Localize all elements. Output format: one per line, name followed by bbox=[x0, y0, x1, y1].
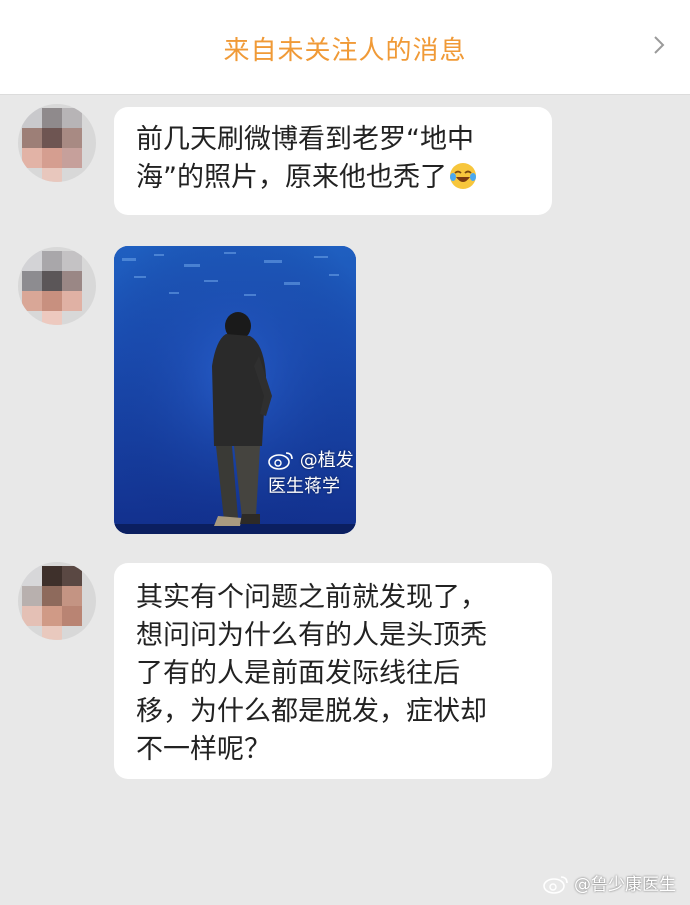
message-bubble[interactable]: 其实有个问题之前就发现了， 想问问为什么有的人是头顶秃 了有的人是前面发际线往后… bbox=[114, 563, 552, 779]
weibo-logo-icon bbox=[542, 876, 568, 894]
message-text-line: 移，为什么都是脱发，症状却 bbox=[136, 696, 487, 727]
message-text-segment: 海”的照片，原来他也秃了 bbox=[136, 162, 447, 193]
avatar[interactable] bbox=[18, 104, 96, 182]
message-text-line: 想问问为什么有的人是头顶秃 bbox=[136, 620, 487, 651]
message-text-line: 海”的照片，原来他也秃了 bbox=[136, 159, 530, 197]
header-title: 来自未关注人的消息 bbox=[223, 36, 467, 66]
laugh-cry-emoji-icon bbox=[450, 163, 476, 189]
message-text-line: 不一样呢？ bbox=[136, 734, 271, 765]
message-photo[interactable]: @植发医生蒋学 bbox=[114, 246, 356, 534]
message-text-line: 其实有个问题之前就发现了， bbox=[136, 582, 487, 613]
photo-watermark: @植发医生蒋学 bbox=[268, 446, 356, 498]
page-watermark-text: @鲁少康医生 bbox=[574, 875, 676, 895]
message-text-line: 了有的人是前面发际线往后 bbox=[136, 658, 460, 689]
weibo-logo-icon bbox=[268, 452, 293, 470]
avatar[interactable] bbox=[18, 562, 96, 640]
avatar[interactable] bbox=[18, 247, 96, 325]
message-text-line: 前几天刷微博看到老罗“地中 bbox=[136, 124, 474, 155]
chevron-right-icon bbox=[654, 36, 665, 54]
page-watermark: @鲁少康医生 bbox=[542, 870, 676, 895]
message-request-header[interactable]: 来自未关注人的消息 bbox=[0, 0, 690, 95]
message-bubble[interactable]: 前几天刷微博看到老罗“地中 海”的照片，原来他也秃了 bbox=[114, 107, 552, 215]
